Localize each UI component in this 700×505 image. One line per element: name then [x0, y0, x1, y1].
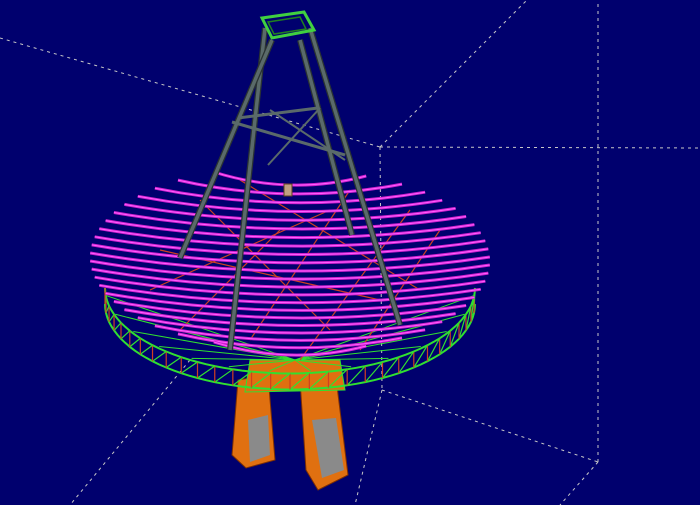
truss-member: [113, 322, 122, 331]
radio-telescope-model: [0, 0, 700, 505]
truss-member: [152, 351, 167, 362]
truss-member: [129, 337, 141, 348]
cad-viewport[interactable]: [0, 0, 700, 505]
quadripod-brace: [267, 107, 321, 166]
truss-member: [165, 356, 182, 369]
dish-ribs: [89, 170, 491, 357]
pedestal-shade-left: [248, 415, 270, 462]
quadripod-leg-highlight: [308, 27, 402, 326]
apex-frame: [259, 10, 317, 40]
truss-member: [197, 365, 216, 379]
feed-receiver: [283, 183, 293, 197]
dish-rib-highlight: [213, 171, 367, 186]
truss-member: [139, 344, 153, 355]
truss-member: [214, 368, 234, 383]
truss-member: [108, 314, 115, 323]
truss-member: [120, 330, 131, 340]
